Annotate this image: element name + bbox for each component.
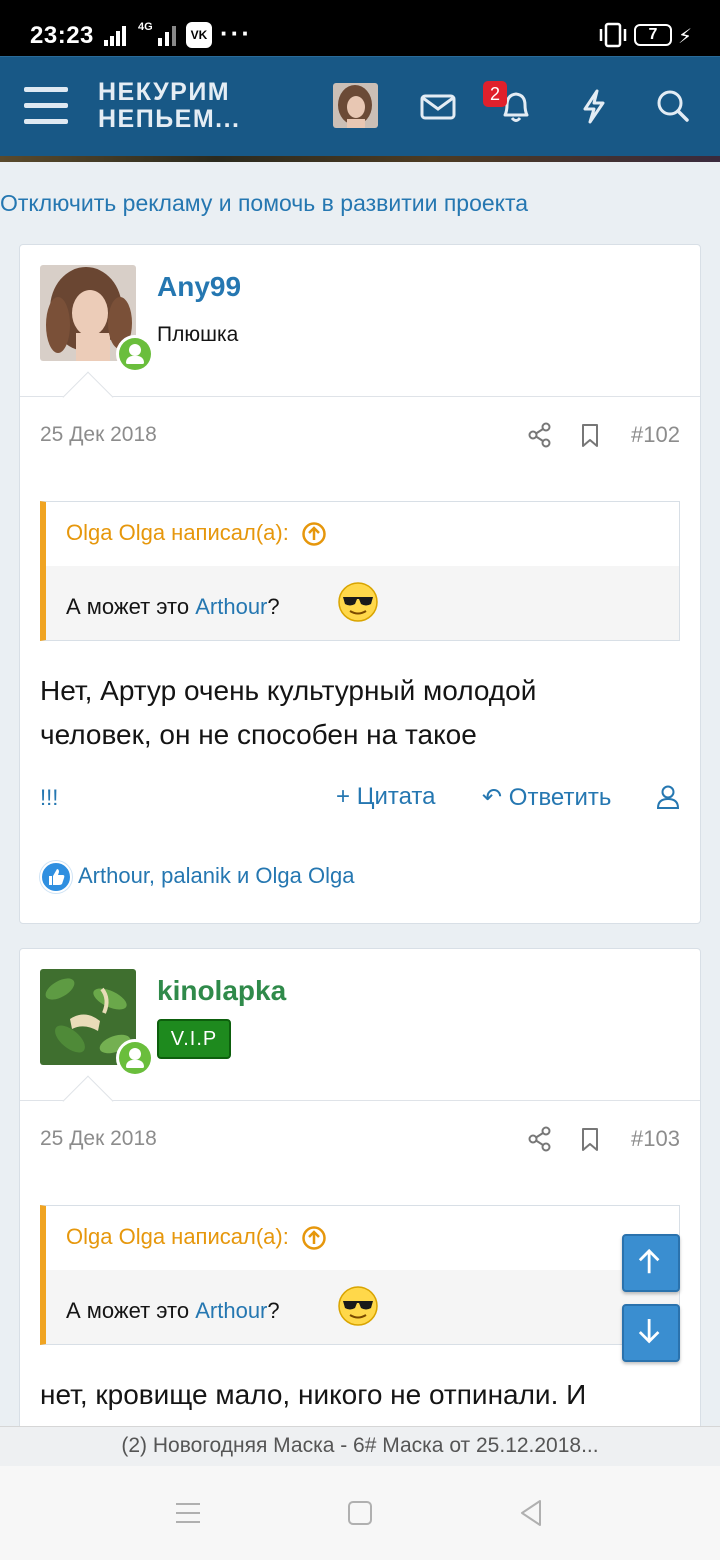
post-103: kinolapka V.I.P 25 Дек 2018 #103 Olga Ol… [19,948,701,1426]
scroll-up-button[interactable] [622,1234,680,1292]
thread-content: Отключить рекламу и помочь в развитии пр… [0,162,720,1426]
cool-smiley-icon [338,582,378,622]
quote-header[interactable]: Olga Olga написал(а): [46,502,679,566]
site-logo[interactable]: НЕКУРИМ НЕПЬЕМ... [98,79,241,133]
post-text-line1: нет, кровище мало, никого не отпинали. И [40,1379,587,1410]
reply-icon: ↶ [482,784,503,811]
status-time: 23:23 [30,22,94,49]
post-text-line1: Нет, Артур очень культурный молодой [40,675,537,706]
arrow-up-circle-icon[interactable] [301,521,327,547]
post-number[interactable]: #102 [631,422,680,448]
back-nav-icon[interactable] [518,1498,544,1528]
post-user-block: kinolapka V.I.P [20,949,700,1127]
notification-badge: 2 [483,81,507,107]
reply-button[interactable]: ↶ Ответить [482,783,611,812]
vip-badge: V.I.P [157,1019,231,1059]
menu-icon[interactable] [24,87,68,125]
online-status-icon [116,335,154,373]
quote-after: ? [267,594,280,619]
quote-header[interactable]: Olga Olga написал(а): [46,1206,679,1270]
quote-body: А может это Arthour? [46,1270,679,1344]
post-username[interactable]: kinolapka [157,975,286,1007]
signal-icon [104,26,126,46]
vibrate-icon [599,22,627,48]
post-date[interactable]: 25 Дек 2018 [40,1127,157,1151]
post-actions: !!! + Цитата ↶ Ответить [20,757,700,857]
quote-author: Olga Olga написал(а): [66,520,289,545]
quote-button[interactable]: + Цитата [336,783,435,811]
disable-ads-link[interactable]: Отключить рекламу и помочь в развитии пр… [0,190,528,217]
arrow-down-icon [638,1319,660,1344]
quote-mention-link[interactable]: Arthour [195,594,267,619]
report-link[interactable]: !!! [40,785,58,811]
scroll-down-button[interactable] [622,1304,680,1362]
site-header: НЕКУРИМ НЕПЬЕМ... 2 [0,56,720,156]
post-user-title: Плюшка [157,323,239,346]
quote-label: Цитата [356,783,436,810]
like-icon[interactable] [40,861,72,893]
post-text-line2: человек, он не способен на такое [40,719,477,750]
quote-after: ? [267,1298,280,1323]
battery-icon: 7 [634,24,672,46]
quote-body: А может это Arthour? [46,566,679,640]
arrow-up-icon [638,1248,660,1274]
post-reactions: Arthour, palanik и Olga Olga [20,857,700,919]
user-avatar[interactable] [333,83,378,128]
plus-icon: + [336,783,351,810]
menu-nav-icon[interactable] [174,1500,202,1526]
system-nav-bar [0,1466,720,1560]
reactions-users[interactable]: Arthour, palanik и Olga Olga [78,863,354,889]
browser-page-title[interactable]: (2) Новогодняя Маска - 6# Маска от 25.12… [0,1426,720,1466]
cool-smiley-icon [338,1286,378,1326]
lightning-icon[interactable] [571,83,617,129]
charging-icon: ⚡ [678,26,693,48]
post-meta: 25 Дек 2018 #102 [20,397,700,475]
post-meta: 25 Дек 2018 #103 [20,1101,700,1179]
post-date[interactable]: 25 Дек 2018 [40,423,157,447]
quote-author: Olga Olga написал(а): [66,1224,289,1249]
user-icon[interactable] [654,783,682,811]
post-quote: Olga Olga написал(а): А может это Arthou… [40,501,680,641]
home-nav-icon[interactable] [347,1500,373,1526]
quote-mention-link[interactable]: Arthour [195,1298,267,1323]
post-body: нет, кровище мало, никого не отпинали. И [20,1345,700,1417]
search-icon[interactable] [650,83,696,129]
post-number[interactable]: #103 [631,1126,680,1152]
envelope-icon[interactable] [415,83,461,129]
post-username[interactable]: Any99 [157,271,241,303]
bookmark-icon[interactable] [576,1125,604,1153]
reply-label: Ответить [508,784,612,811]
network-type: 4G [138,21,153,33]
arrow-up-circle-icon[interactable] [301,1225,327,1251]
quote-text: А может это [66,594,196,619]
more-notifications-icon: ··· [220,18,252,48]
post-body: Нет, Артур очень культурный молодой чело… [20,641,700,757]
vk-icon: VK [186,22,212,48]
quote-text: А может это [66,1298,196,1323]
status-bar: 23:23 4G VK ··· 7 ⚡ [0,0,720,56]
post-quote: Olga Olga написал(а): А может это Arthou… [40,1205,680,1345]
signal-icon-2 [158,26,176,46]
logo-line2: НЕПЬЕМ... [98,105,241,133]
online-status-icon [116,1039,154,1077]
share-icon[interactable] [526,1125,554,1153]
logo-line1: НЕКУРИМ [98,78,231,106]
post-user-block: Any99 Плюшка [20,245,700,423]
bookmark-icon[interactable] [576,421,604,449]
post-102: Any99 Плюшка 25 Дек 2018 #102 Olga Olga … [19,244,701,924]
share-icon[interactable] [526,421,554,449]
